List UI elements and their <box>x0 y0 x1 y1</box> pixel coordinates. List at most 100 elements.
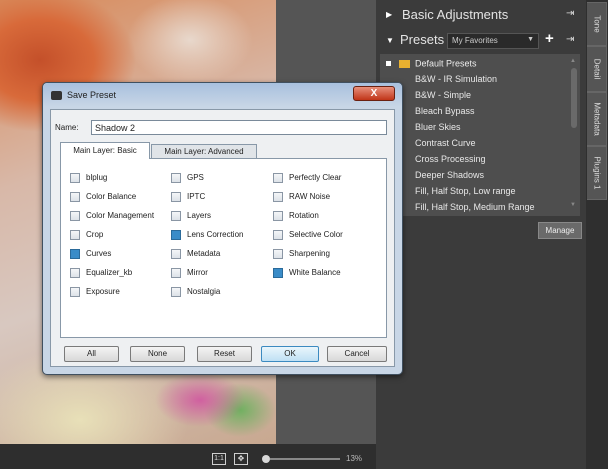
basic-adjustments-title: Basic Adjustments <box>402 7 509 22</box>
checkbox-option[interactable]: Rotation <box>273 210 373 222</box>
checkbox-option[interactable]: Exposure <box>70 286 170 298</box>
checkbox-option[interactable]: Lens Correction <box>171 229 271 241</box>
checkbox-label: Color Management <box>86 211 155 220</box>
chevron-down-icon: ▼ <box>527 36 534 43</box>
checkbox-unchecked[interactable] <box>171 173 181 183</box>
checkbox-unchecked[interactable] <box>171 287 181 297</box>
tab-main-layer-advanced[interactable]: Main Layer: Advanced <box>151 144 257 159</box>
checkbox-label: Equalizer_kb <box>86 268 133 277</box>
preset-scrollbar[interactable] <box>571 68 577 128</box>
scroll-down-icon[interactable]: ▼ <box>570 202 576 208</box>
none-button[interactable]: None <box>130 346 185 362</box>
checkbox-unchecked[interactable] <box>70 192 80 202</box>
checkbox-option[interactable]: IPTC <box>171 191 271 203</box>
checkbox-label: Nostalgia <box>187 287 221 296</box>
checkbox-unchecked[interactable] <box>273 249 283 259</box>
presets-pin-icon[interactable]: ⇥ <box>566 34 574 45</box>
tab-plugins[interactable]: Plugins 1 <box>587 146 607 200</box>
checkbox-label: Metadata <box>187 249 221 258</box>
checkbox-option[interactable]: Layers <box>171 210 271 222</box>
scroll-up-icon[interactable]: ▲ <box>570 58 576 64</box>
zoom-1to1-button[interactable]: 1:1 <box>212 453 226 465</box>
checkbox-unchecked[interactable] <box>171 192 181 202</box>
zoom-slider[interactable] <box>270 458 340 460</box>
checkbox-option[interactable]: RAW Noise <box>273 191 373 203</box>
options-panel: blplug Color Balance Color Management Crop C… <box>60 158 387 338</box>
checkbox-unchecked[interactable] <box>70 230 80 240</box>
checkbox-label: Mirror <box>187 268 208 277</box>
checkbox-option[interactable]: Mirror <box>171 267 271 279</box>
checkbox-unchecked[interactable] <box>70 287 80 297</box>
checkbox-checked[interactable] <box>171 230 181 240</box>
checkbox-unchecked[interactable] <box>171 249 181 259</box>
reset-button[interactable]: Reset <box>197 346 252 362</box>
add-preset-icon[interactable]: + <box>545 30 554 47</box>
checkbox-unchecked[interactable] <box>273 230 283 240</box>
tab-detail[interactable]: Detail <box>587 46 607 92</box>
preset-item[interactable]: Cross Processing <box>415 154 486 164</box>
checkbox-label: Sharpening <box>289 249 330 258</box>
preset-item[interactable]: Deeper Shadows <box>415 170 484 180</box>
name-label: Name: <box>55 123 79 132</box>
preset-item[interactable]: B&W - Simple <box>415 90 471 100</box>
checkbox-option[interactable]: White Balance <box>273 267 373 279</box>
checkbox-option[interactable]: Curves <box>70 248 170 260</box>
checkbox-option[interactable]: Sharpening <box>273 248 373 260</box>
checkbox-unchecked[interactable] <box>171 268 181 278</box>
checkbox-unchecked[interactable] <box>70 268 80 278</box>
checkbox-label: White Balance <box>289 268 341 277</box>
preset-item[interactable]: Fill, Half Stop, Low range <box>415 186 516 196</box>
checkbox-option[interactable]: blplug <box>70 172 170 184</box>
checkbox-label: blplug <box>86 173 108 182</box>
preset-item[interactable]: Bleach Bypass <box>415 106 475 116</box>
checkbox-unchecked[interactable] <box>273 192 283 202</box>
checkbox-checked[interactable] <box>273 268 283 278</box>
checkbox-label: Perfectly Clear <box>289 173 342 182</box>
basic-adjustments-header[interactable]: ▶ Basic Adjustments ⇥ <box>376 4 586 26</box>
checkbox-option[interactable]: Crop <box>70 229 170 241</box>
zoom-slider-handle[interactable] <box>262 455 270 463</box>
checkbox-unchecked[interactable] <box>70 211 80 221</box>
checkbox-option[interactable]: GPS <box>171 172 271 184</box>
preset-item[interactable]: B&W - IR Simulation <box>415 74 497 84</box>
close-button[interactable]: X <box>353 86 395 101</box>
fit-to-window-icon[interactable]: ✥ <box>234 453 248 465</box>
checkbox-unchecked[interactable] <box>273 173 283 183</box>
pin-icon[interactable]: ⇥ <box>566 8 574 19</box>
preset-item[interactable]: Contrast Curve <box>415 138 476 148</box>
preset-folder-label: Default Presets <box>415 58 477 69</box>
checkbox-unchecked[interactable] <box>70 173 80 183</box>
preset-folder-default[interactable]: Default Presets <box>386 58 477 69</box>
tab-tone[interactable]: Tone <box>587 2 607 46</box>
tab-metadata[interactable]: Metadata <box>587 92 607 146</box>
cancel-button[interactable]: Cancel <box>327 346 387 362</box>
ok-button[interactable]: OK <box>261 346 319 362</box>
tab-main-layer-basic[interactable]: Main Layer: Basic <box>60 142 150 159</box>
checkbox-unchecked[interactable] <box>171 211 181 221</box>
checkbox-label: Curves <box>86 249 112 258</box>
camera-icon <box>51 91 62 100</box>
checkbox-option[interactable]: Equalizer_kb <box>70 267 170 279</box>
checkbox-option[interactable]: Nostalgia <box>171 286 271 298</box>
preset-category-select[interactable]: My Favorites ▼ <box>447 33 539 49</box>
checkbox-checked[interactable] <box>70 249 80 259</box>
checkbox-label: Color Balance <box>86 192 137 201</box>
checkbox-label: IPTC <box>187 192 206 201</box>
checkbox-unchecked[interactable] <box>273 211 283 221</box>
checkbox-option[interactable]: Selective Color <box>273 229 373 241</box>
checkbox-label: Layers <box>187 211 212 220</box>
dialog-title: Save Preset <box>67 90 117 100</box>
checkbox-label: Rotation <box>289 211 319 220</box>
checkbox-option[interactable]: Color Management <box>70 210 170 222</box>
checkbox-option[interactable]: Color Balance <box>70 191 170 203</box>
name-input[interactable] <box>91 120 387 135</box>
collapse-square-icon[interactable] <box>386 61 391 67</box>
manage-button[interactable]: Manage <box>538 222 582 239</box>
collapse-arrow-icon: ▼ <box>386 36 394 45</box>
checkbox-option[interactable]: Metadata <box>171 248 271 260</box>
checkbox-option[interactable]: Perfectly Clear <box>273 172 373 184</box>
preset-item[interactable]: Fill, Half Stop, Medium Range <box>415 202 535 212</box>
preset-item[interactable]: Bluer Skies <box>415 122 461 132</box>
all-button[interactable]: All <box>64 346 119 362</box>
preset-list[interactable]: Default Presets B&W - IR Simulation B&W … <box>380 54 580 216</box>
